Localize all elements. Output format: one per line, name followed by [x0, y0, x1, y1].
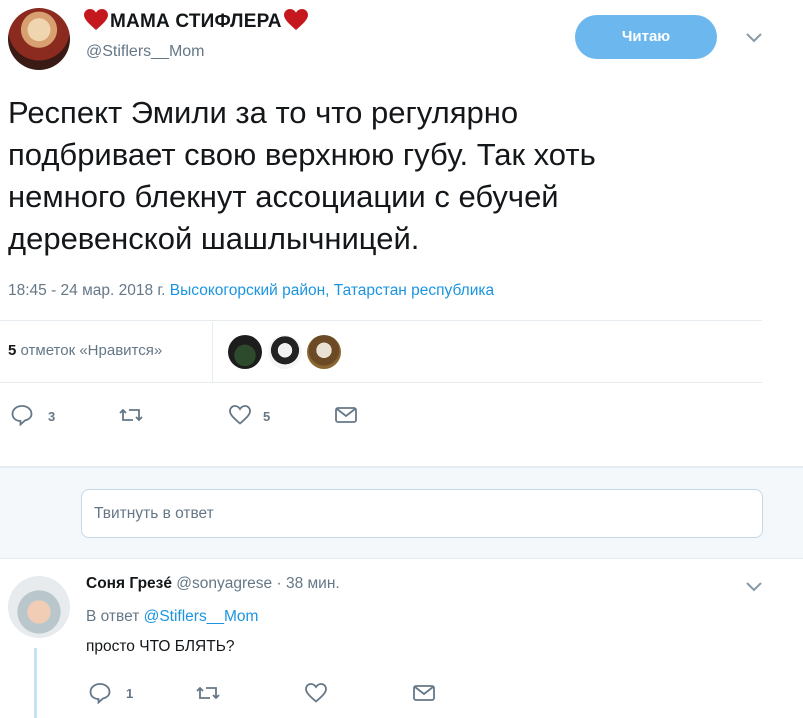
tweet-text-line: деревенской шашлычницей. [8, 221, 420, 256]
reply-author-row: Соня Грезé @sonyagrese · 38 мин. [86, 575, 340, 593]
vertical-divider [212, 322, 213, 382]
reply-author-name[interactable]: Соня Грезé [86, 575, 172, 592]
direct-message-icon[interactable] [412, 683, 436, 703]
tweet-text: Респект Эмили за то что регулярно подбри… [8, 92, 798, 260]
heart-outline-icon[interactable] [228, 404, 252, 426]
heart-outline-icon[interactable] [304, 682, 328, 704]
reply-input[interactable]: Твитнуть в ответ [81, 489, 763, 538]
reply-icon[interactable] [88, 682, 112, 704]
reply-author-handle[interactable]: @sonyagrese [176, 575, 272, 592]
likes-stat[interactable]: 5 отметок «Нравится» [8, 342, 162, 359]
tweet-timestamp[interactable]: 18:45 - 24 мар. 2018 г. [8, 282, 165, 299]
heart-icon [84, 9, 108, 35]
divider [0, 558, 803, 559]
reply-reply-count: 1 [126, 686, 134, 701]
chevron-down-icon[interactable] [745, 581, 763, 593]
thread-line [34, 648, 37, 718]
heart-icon [283, 9, 308, 35]
follow-button[interactable]: Читаю [575, 15, 717, 59]
author-name: МАМА СТИФЛЕРА [110, 11, 282, 32]
retweet-icon[interactable] [118, 404, 144, 426]
liker-avatar[interactable] [307, 335, 341, 369]
in-reply-prefix: В ответ [86, 608, 140, 625]
tweet-location[interactable]: Высокогорский район, Татарстан республик… [170, 282, 494, 299]
author-name-row[interactable]: МАМА СТИФЛЕРА [84, 8, 308, 36]
like-count: 5 [263, 409, 271, 424]
tweet-text-line: немного блекнут ассоциации с ебучей [8, 179, 559, 214]
tweet-text-line: подбривает свою верхнюю губу. Так хоть [8, 137, 596, 172]
reply-author-avatar[interactable] [8, 576, 70, 638]
reply-time[interactable]: · 38 мин. [276, 575, 339, 592]
chevron-down-icon[interactable] [745, 32, 763, 44]
reply-icon[interactable] [10, 404, 34, 426]
reply-text: просто ЧТО БЛЯТЬ? [86, 638, 235, 655]
tweet-metadata: 18:45 - 24 мар. 2018 г. Высокогорский ра… [8, 282, 494, 300]
liker-avatar[interactable] [268, 335, 302, 369]
author-avatar[interactable] [8, 8, 70, 70]
reply-count: 3 [48, 409, 56, 424]
likes-label: отметок «Нравится» [20, 342, 163, 359]
tweet-text-line: Респект Эмили за то что регулярно [8, 95, 519, 130]
retweet-icon[interactable] [195, 682, 221, 704]
direct-message-icon[interactable] [334, 405, 358, 425]
in-reply-to: В ответ @Stiflers__Mom [86, 608, 258, 626]
divider [0, 320, 762, 321]
likes-count: 5 [8, 342, 17, 359]
author-handle[interactable]: @Stiflers__Mom [86, 43, 205, 61]
divider [0, 382, 762, 383]
in-reply-handle[interactable]: @Stiflers__Mom [144, 608, 259, 625]
liker-avatar[interactable] [228, 335, 262, 369]
reply-input-placeholder: Твитнуть в ответ [94, 505, 214, 522]
